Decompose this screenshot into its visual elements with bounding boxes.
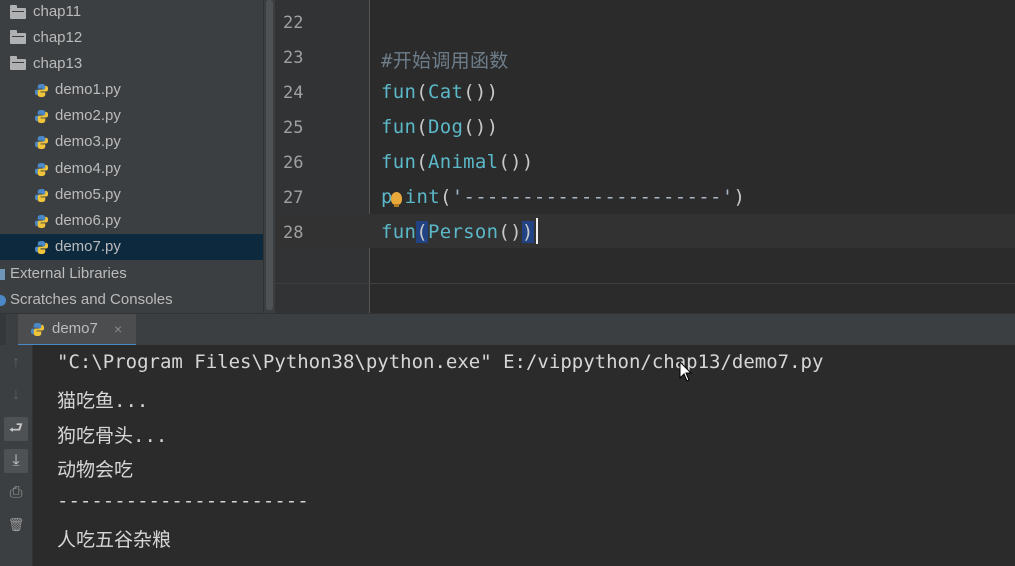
tree-item-label: chap13 bbox=[33, 55, 83, 72]
python-file-icon bbox=[34, 214, 49, 229]
code-line-26[interactable]: fun(Animal()) bbox=[381, 151, 534, 173]
python-file-icon bbox=[34, 188, 49, 203]
code-token: int bbox=[404, 186, 440, 208]
code-token: ( bbox=[416, 81, 428, 103]
lightbulb-icon[interactable] bbox=[391, 192, 402, 207]
code-token: Cat bbox=[427, 81, 464, 103]
scrollbar-thumb[interactable] bbox=[266, 0, 273, 310]
code-line-23[interactable]: #开始调用函数 bbox=[381, 46, 509, 73]
code-string: '----------------------' bbox=[451, 186, 734, 208]
tree-item-label: demo7.py bbox=[55, 238, 121, 255]
tree-item-demo6[interactable]: demo6.py bbox=[0, 208, 263, 234]
up-arrow-icon[interactable]: ↑ bbox=[4, 351, 28, 375]
tree-item-chap13[interactable]: chap13 bbox=[0, 51, 263, 77]
python-file-icon bbox=[34, 240, 49, 255]
tree-item-demo4[interactable]: demo4.py bbox=[0, 156, 263, 182]
code-token: ( bbox=[416, 116, 428, 138]
run-console[interactable] bbox=[33, 345, 1015, 566]
code-token: fun bbox=[381, 151, 417, 173]
line-number: 22 bbox=[283, 13, 304, 33]
tree-item-label: Scratches and Consoles bbox=[10, 291, 173, 308]
editor-divider bbox=[275, 283, 1015, 284]
code-token: ) bbox=[733, 186, 746, 208]
python-file-icon bbox=[34, 109, 49, 124]
console-line: 动物会吃 bbox=[57, 459, 134, 481]
scroll-to-end-icon[interactable]: ⤓ bbox=[4, 449, 28, 473]
code-line-24[interactable]: fun(Cat()) bbox=[381, 81, 498, 103]
print-icon[interactable]: ⎙ bbox=[4, 481, 28, 505]
tree-item-label: demo4.py bbox=[55, 160, 121, 177]
tab-label: demo7 bbox=[52, 320, 98, 337]
code-token: Person bbox=[427, 221, 499, 243]
tree-item-chap12[interactable]: chap12 bbox=[0, 25, 263, 51]
line-number: 26 bbox=[283, 153, 304, 173]
console-line: 狗吃骨头... bbox=[57, 425, 168, 447]
code-token: fun bbox=[381, 81, 417, 103]
tree-item-label: External Libraries bbox=[10, 265, 127, 282]
line-number: 23 bbox=[283, 48, 304, 68]
python-file-icon bbox=[30, 322, 45, 337]
tree-item-demo5[interactable]: demo5.py bbox=[0, 182, 263, 208]
tree-item-label: demo6.py bbox=[55, 212, 121, 229]
code-token: fun bbox=[381, 221, 417, 243]
text-caret bbox=[536, 218, 538, 244]
tree-item-label: demo1.py bbox=[55, 81, 121, 98]
libraries-icon bbox=[0, 269, 5, 280]
trash-icon[interactable]: 🗑 bbox=[4, 513, 28, 537]
console-line: 人吃五谷杂粮 bbox=[57, 529, 172, 551]
tree-item-demo1[interactable]: demo1.py bbox=[0, 77, 263, 103]
code-token: ( bbox=[439, 186, 452, 208]
down-arrow-icon[interactable]: ↓ bbox=[4, 383, 28, 407]
run-tab-edge bbox=[0, 314, 6, 346]
code-line-25[interactable]: fun(Dog()) bbox=[381, 116, 498, 138]
folder-icon bbox=[10, 5, 26, 19]
tree-item-demo2[interactable]: demo2.py bbox=[0, 103, 263, 129]
python-file-icon bbox=[34, 135, 49, 150]
tree-item-demo7[interactable]: demo7.py bbox=[0, 234, 263, 260]
line-number: 25 bbox=[283, 118, 304, 138]
code-token: ( bbox=[416, 151, 428, 173]
code-token: fun bbox=[381, 116, 417, 138]
tree-item-label: chap12 bbox=[33, 29, 83, 46]
folder-icon bbox=[10, 56, 26, 70]
python-file-icon bbox=[34, 162, 49, 177]
close-icon[interactable]: × bbox=[114, 321, 122, 337]
console-line: ---------------------- bbox=[57, 490, 309, 512]
console-line-command: "C:\Program Files\Python38\python.exe" E… bbox=[57, 351, 824, 373]
project-tree: chap11 chap12 chap13 demo1.py demo2.py d… bbox=[0, 0, 263, 313]
tree-item-label: demo2.py bbox=[55, 107, 121, 124]
code-token: ()) bbox=[498, 151, 534, 173]
code-token: ()) bbox=[463, 81, 499, 103]
tree-item-label: demo5.py bbox=[55, 186, 121, 203]
tree-item-demo3[interactable]: demo3.py bbox=[0, 129, 263, 155]
matched-brace: ( bbox=[416, 221, 428, 243]
tree-item-label: demo3.py bbox=[55, 133, 121, 150]
run-tab-bar: demo7 × bbox=[0, 313, 1015, 346]
code-line-28[interactable]: fun(Person()) bbox=[381, 221, 534, 243]
run-toolbar: ↑ ↓ ⮐ ⤓ ⎙ 🗑 bbox=[0, 345, 33, 566]
code-token: Animal bbox=[427, 151, 499, 173]
tree-item-label: chap11 bbox=[33, 3, 82, 20]
tree-item-external-libraries[interactable]: External Libraries bbox=[0, 261, 263, 287]
matched-brace: ) bbox=[521, 221, 534, 243]
soft-wrap-icon[interactable]: ⮐ bbox=[4, 417, 28, 441]
code-token: Dog bbox=[427, 116, 464, 138]
code-token: ()) bbox=[463, 116, 499, 138]
tree-item-chap11[interactable]: chap11 bbox=[0, 0, 263, 26]
mouse-cursor-icon bbox=[679, 361, 693, 382]
scratches-icon bbox=[0, 295, 6, 306]
line-number: 24 bbox=[283, 83, 304, 103]
python-file-icon bbox=[34, 83, 49, 98]
tree-item-scratches[interactable]: Scratches and Consoles bbox=[0, 287, 263, 313]
folder-icon bbox=[10, 30, 26, 44]
code-comment: #开始调用函数 bbox=[381, 50, 509, 72]
code-token: () bbox=[498, 221, 522, 243]
sidebar-scrollbar[interactable] bbox=[263, 0, 275, 313]
line-number: 27 bbox=[283, 188, 304, 208]
code-line-27[interactable]: p int('----------------------') bbox=[381, 186, 745, 208]
line-number: 28 bbox=[283, 223, 304, 243]
console-line: 猫吃鱼... bbox=[57, 390, 149, 412]
tab-demo7[interactable]: demo7 × bbox=[18, 314, 136, 346]
